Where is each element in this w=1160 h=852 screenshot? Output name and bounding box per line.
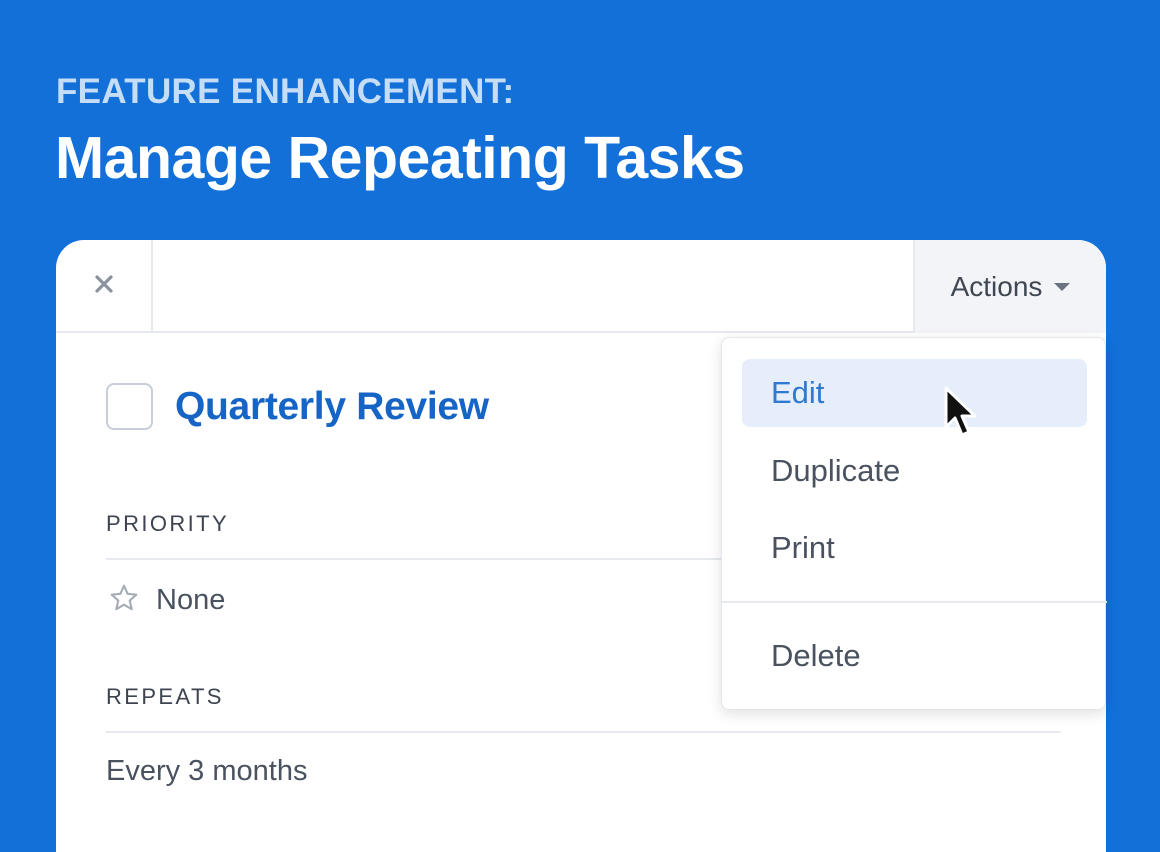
panel-toolbar: Actions [56, 240, 1106, 333]
close-button[interactable] [56, 240, 153, 333]
priority-value: None [156, 584, 226, 616]
caret-down-icon [1054, 282, 1071, 291]
menu-item-print[interactable]: Print [742, 514, 1087, 582]
priority-field[interactable]: None [108, 582, 225, 619]
task-complete-checkbox[interactable] [106, 383, 153, 430]
actions-menu: Edit Duplicate Print Delete [721, 337, 1107, 710]
close-icon [93, 273, 115, 300]
repeats-divider [106, 731, 1061, 733]
menu-item-delete[interactable]: Delete [742, 622, 1087, 690]
stage: FEATURE ENHANCEMENT: Manage Repeating Ta… [0, 0, 1160, 852]
task-title[interactable]: Quarterly Review [175, 385, 489, 429]
actions-label: Actions [950, 270, 1043, 302]
repeats-label: REPEATS [106, 684, 224, 709]
priority-label: PRIORITY [106, 511, 230, 536]
repeats-value[interactable]: Every 3 months [106, 755, 307, 788]
page-headline: Manage Repeating Tasks [55, 125, 745, 191]
star-icon [108, 582, 140, 619]
feature-eyebrow: FEATURE ENHANCEMENT: [56, 72, 515, 111]
actions-dropdown-button[interactable]: Actions [913, 240, 1106, 333]
menu-item-edit[interactable]: Edit [742, 359, 1087, 427]
menu-item-duplicate[interactable]: Duplicate [742, 437, 1087, 505]
mouse-pointer-icon [943, 385, 981, 444]
task-title-row: Quarterly Review [106, 383, 489, 430]
menu-separator [722, 601, 1107, 603]
